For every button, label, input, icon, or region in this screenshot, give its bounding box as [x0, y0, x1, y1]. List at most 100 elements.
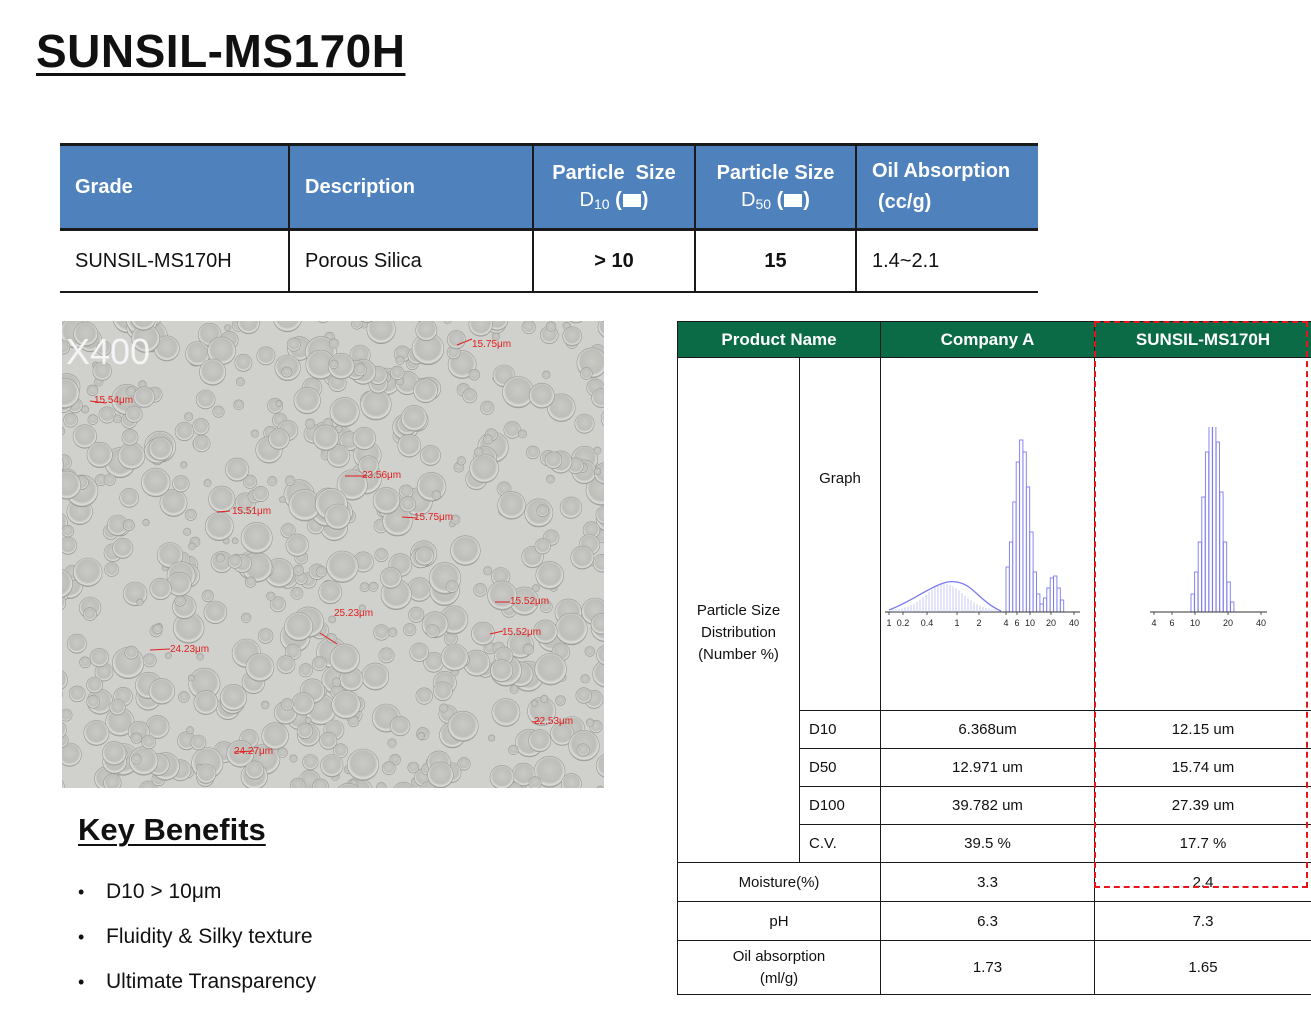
particle-bead	[469, 369, 480, 380]
cell-d50-b: 15.74 um	[1095, 749, 1311, 787]
particle-bead	[196, 390, 215, 409]
particle-bead	[313, 425, 339, 451]
particle-bead	[173, 476, 190, 493]
particle-bead	[131, 754, 141, 764]
histogram-bar	[1198, 542, 1201, 612]
benefit-item: Fluidity & Silky texture	[78, 923, 316, 968]
particle-bead	[267, 592, 275, 600]
particle-bead	[536, 561, 564, 589]
cell-d100-a: 39.782 um	[881, 787, 1095, 825]
histogram-bar	[1043, 598, 1046, 612]
row-label-d100: D100	[800, 787, 881, 825]
micron-unit-icon	[784, 194, 802, 207]
cell-cv-a: 39.5 %	[881, 825, 1095, 863]
benefit-item: D10 > 10μm	[78, 878, 316, 923]
histogram-bar	[1040, 604, 1043, 612]
particle-bead	[484, 435, 493, 444]
particle-bead	[141, 468, 170, 497]
histogram-bar	[1060, 600, 1063, 612]
particle-bead	[118, 443, 145, 470]
particle-bead	[518, 430, 526, 438]
particle-bead	[69, 686, 85, 702]
cell-d10-a: 6.368um	[881, 711, 1095, 749]
cell-d100-b: 27.39 um	[1095, 787, 1311, 825]
particle-bead	[373, 487, 400, 514]
particle-bead	[563, 327, 582, 346]
particle-bead	[202, 590, 214, 602]
particle-bead	[556, 696, 566, 706]
particle-bead	[99, 407, 115, 423]
particle-bead	[321, 755, 343, 777]
particle-bead	[280, 497, 286, 503]
header-description: Description	[289, 145, 533, 230]
particle-bead	[586, 719, 594, 727]
oil-label-line1: Oil absorption	[678, 946, 880, 968]
psd-label-line2: Distribution	[678, 622, 799, 644]
psd-group-label: Particle Size Distribution (Number %)	[678, 358, 800, 863]
chart-sunsil: 46102040	[1095, 358, 1311, 711]
particle-bead	[447, 331, 465, 349]
particle-bead	[258, 629, 273, 644]
particle-bead	[134, 387, 155, 408]
particle-bead	[382, 762, 395, 775]
particle-bead	[245, 577, 256, 588]
table-row: Oil absorption (ml/g) 1.73 1.65	[678, 941, 1311, 995]
particle-bead	[197, 764, 216, 783]
d10-subscript: 10	[594, 196, 610, 212]
particle-bead	[463, 389, 477, 403]
particle-bead	[282, 367, 292, 377]
particle-bead	[523, 644, 533, 654]
particle-bead	[131, 733, 142, 744]
particle-bead	[88, 415, 98, 425]
particle-bead	[299, 664, 312, 677]
particle-bead	[286, 534, 309, 557]
histogram-bar	[1013, 502, 1016, 612]
measurement-label: 15.75μm	[414, 512, 453, 523]
particle-bead	[123, 520, 134, 531]
histogram-bar	[1227, 582, 1230, 612]
particle-bead	[594, 468, 601, 475]
histogram-bar	[1205, 452, 1208, 612]
particle-bead	[388, 628, 397, 637]
particle-bead	[179, 692, 190, 703]
cell-d50-a: 12.971 um	[881, 749, 1095, 787]
tick-label: 20	[1046, 618, 1056, 628]
particle-bead	[185, 509, 196, 520]
histogram-bar	[1201, 497, 1204, 612]
particle-bead	[531, 700, 537, 706]
particle-bead	[433, 682, 452, 701]
psd-label-line1: Particle Size	[678, 600, 799, 622]
particle-bead	[410, 643, 429, 662]
header-d10: Particle Size D10 ()	[533, 145, 695, 230]
particle-bead	[414, 379, 438, 403]
particle-bead	[153, 624, 162, 633]
particle-bead	[305, 717, 311, 723]
histogram-bar	[1219, 492, 1222, 612]
tick-label: 40	[1069, 618, 1079, 628]
particle-bead	[319, 581, 342, 604]
particle-bead	[87, 442, 112, 467]
particle-bead	[67, 634, 86, 653]
particle-bead	[417, 472, 446, 501]
row-label-ph: pH	[678, 902, 881, 941]
particle-bead	[537, 505, 549, 517]
micrograph-image: 15.75μm15.54μm23.56μm15.51μm15.75μm15.52…	[62, 321, 604, 788]
measurement-label: 15.51μm	[232, 506, 271, 517]
particle-bead	[241, 613, 251, 623]
particle-bead	[426, 625, 439, 638]
header-oil-line1: Oil Absorption	[872, 160, 1037, 183]
histogram-bar	[1057, 588, 1060, 612]
particle-bead	[278, 748, 288, 758]
particle-bead	[369, 582, 378, 591]
tick-label: 4	[1151, 618, 1156, 628]
cell-cv-b: 17.7 %	[1095, 825, 1311, 863]
particle-bead	[543, 371, 551, 379]
measurement-label: 15.52μm	[502, 627, 541, 638]
header-d50: Particle Size D50 ()	[695, 145, 856, 230]
particle-bead	[105, 563, 119, 577]
tick-label: 1	[954, 618, 959, 628]
histogram-bar	[1194, 572, 1197, 612]
particle-bead	[510, 685, 518, 693]
particle-bead	[529, 730, 551, 752]
particle-bead	[535, 538, 551, 554]
